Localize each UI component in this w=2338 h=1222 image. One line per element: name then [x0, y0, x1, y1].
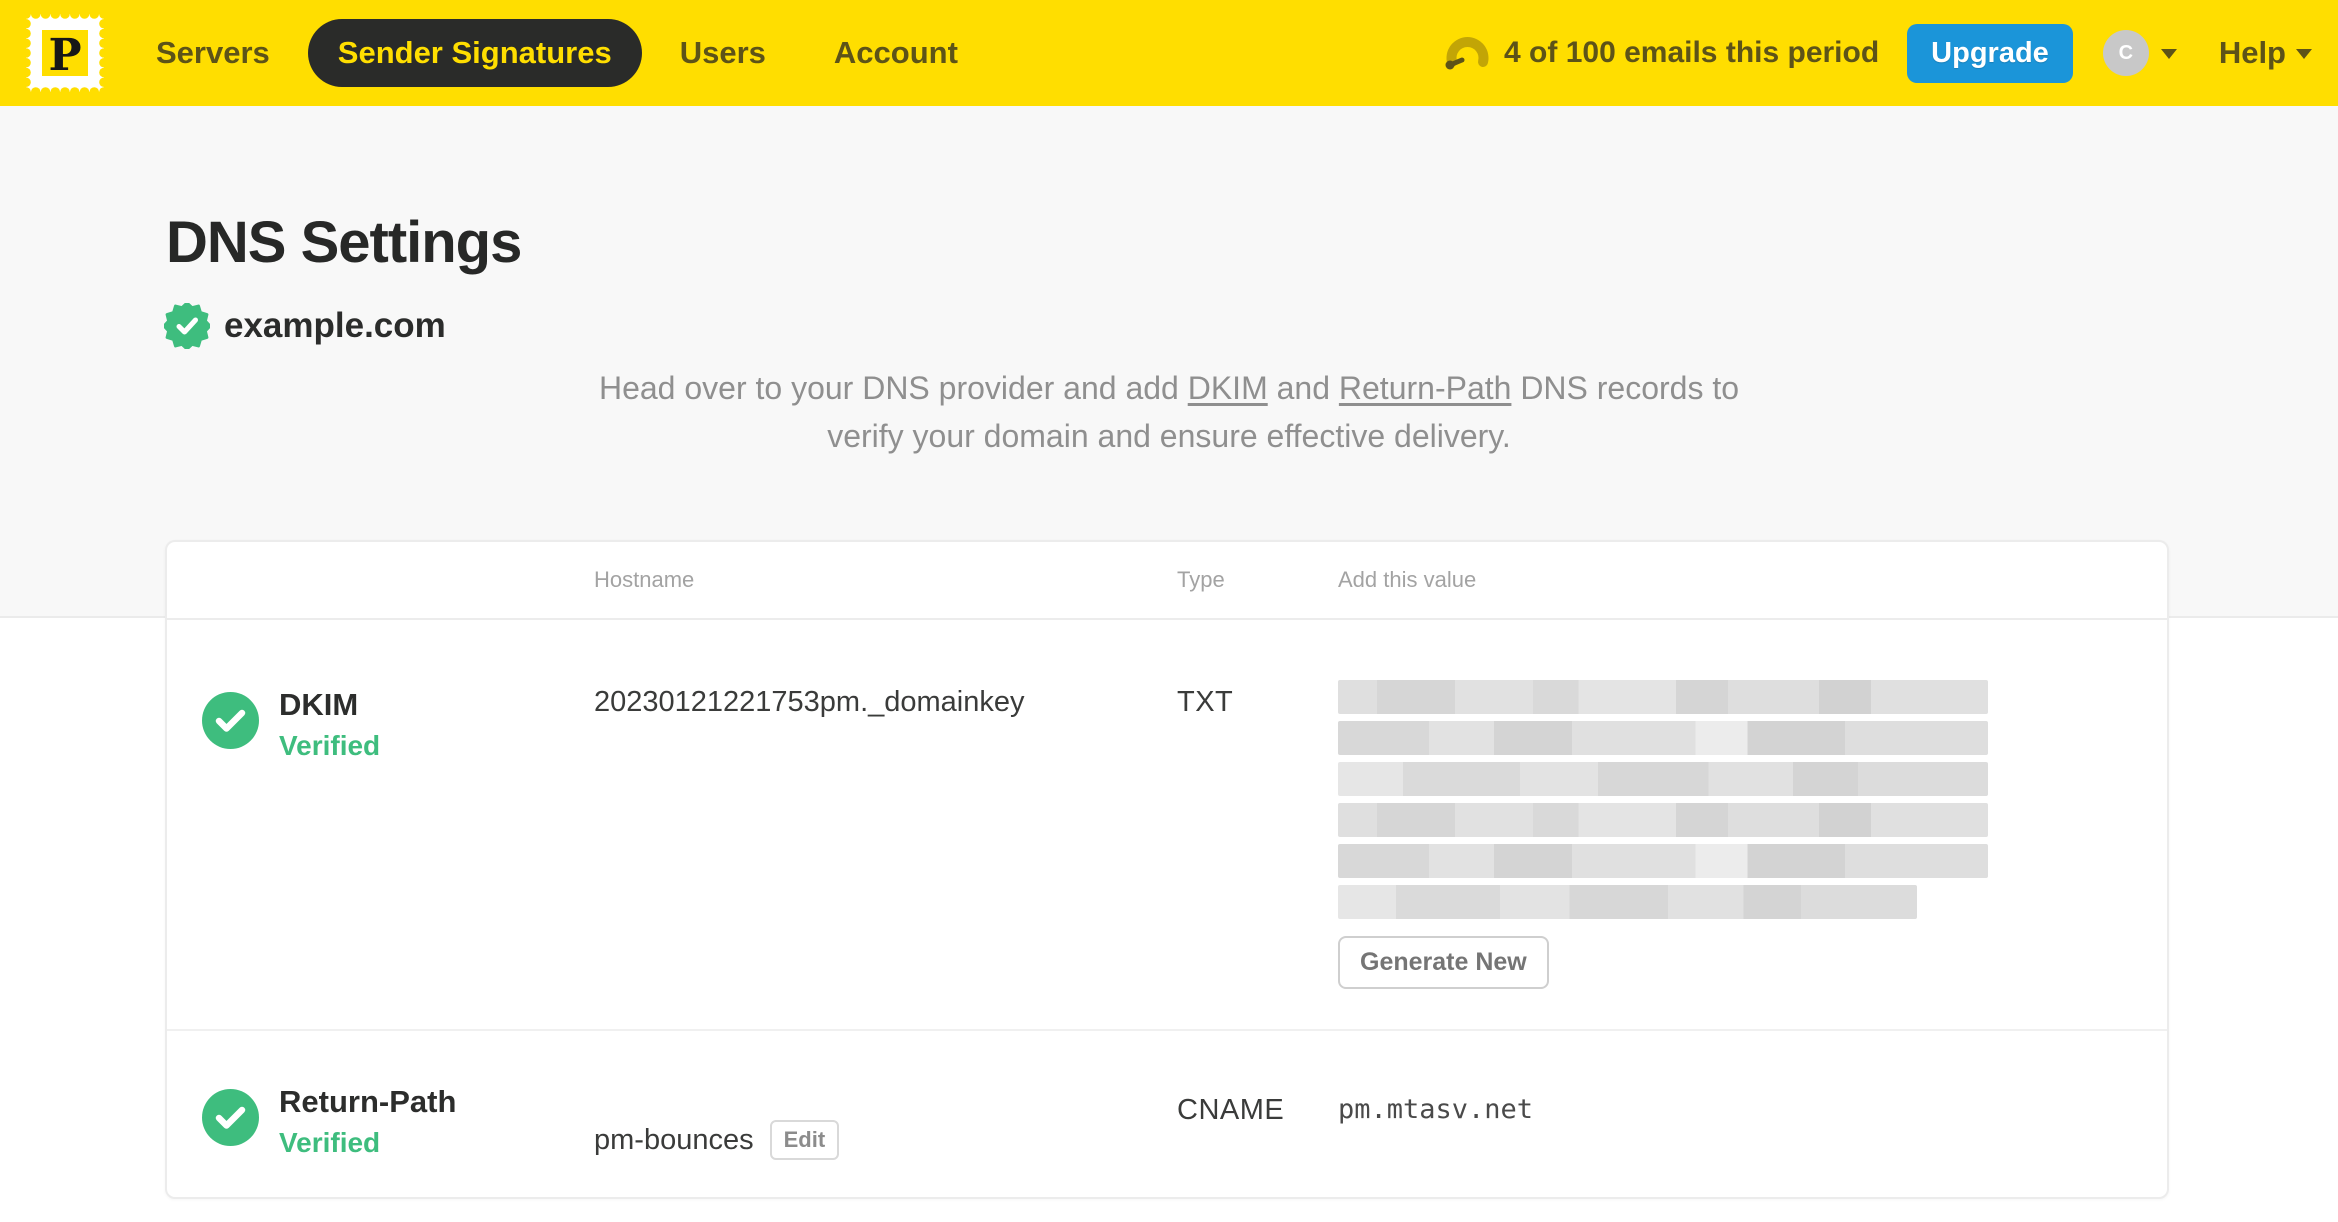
verified-seal-icon	[164, 303, 210, 349]
navbar-right: 4 of 100 emails this period Upgrade C He…	[1444, 23, 2312, 83]
help-label: Help	[2218, 35, 2286, 70]
nav-item-users[interactable]: Users	[680, 35, 766, 71]
page-title: DNS Settings	[166, 210, 522, 275]
instructions-text-line2: verify your domain and ensure effective …	[827, 418, 1511, 454]
return-path-status-texts: Return-Path Verified	[279, 1084, 457, 1159]
dns-instructions: Head over to your DNS provider and add D…	[0, 364, 2338, 460]
record-name: Return-Path	[279, 1084, 457, 1119]
check-circle-icon	[202, 1089, 259, 1146]
verified-domain: example.com	[164, 303, 446, 349]
column-header-hostname: Hostname	[594, 567, 695, 592]
upgrade-button[interactable]: Upgrade	[1907, 23, 2073, 83]
status-badge: Verified	[279, 730, 381, 762]
redacted-dkim-value	[1338, 680, 1988, 919]
dkim-link[interactable]: DKIM	[1188, 370, 1268, 406]
record-name: DKIM	[279, 687, 359, 722]
dkim-type: TXT	[1177, 686, 1234, 718]
redacted-value-bar	[1338, 844, 1988, 878]
postmark-logo-stamp-icon[interactable]: P	[26, 14, 104, 92]
dkim-status-texts: DKIM Verified	[279, 687, 381, 762]
caret-down-icon	[2160, 48, 2177, 67]
account-menu[interactable]: C	[2102, 30, 2177, 76]
table-row-return-path: Return-Path Verified pm-bounces Edit CNA…	[167, 1029, 2167, 1197]
return-path-status-cell: Return-Path Verified	[167, 1031, 594, 1197]
nav-item-servers[interactable]: Servers	[156, 35, 270, 71]
gauge-icon	[1445, 37, 1489, 70]
dkim-value-cell: Generate New	[1338, 620, 2167, 1029]
column-header-type: Type	[1177, 567, 1225, 592]
return-path-hostname-cell: pm-bounces Edit	[594, 1031, 1177, 1197]
top-navbar: P Servers Sender Signatures Users Accoun…	[0, 0, 2338, 106]
redacted-value-bar	[1338, 680, 1988, 714]
generate-new-button[interactable]: Generate New	[1338, 936, 1549, 989]
logo-letter: P	[48, 30, 81, 81]
nav-item-sender-signatures[interactable]: Sender Signatures	[307, 19, 642, 87]
usage-counter: 4 of 100 emails this period	[1504, 36, 1880, 69]
caret-down-icon	[2296, 48, 2312, 67]
primary-nav: Servers Sender Signatures Users Account	[156, 19, 958, 87]
table-header-row: Hostname Type Add this value	[167, 542, 2167, 620]
domain-name: example.com	[224, 306, 446, 345]
table-row-dkim: DKIM Verified 20230121221753pm._domainke…	[167, 620, 2167, 1029]
edit-return-path-button[interactable]: Edit	[769, 1120, 840, 1160]
return-path-value: pm.mtasv.net	[1338, 1094, 1534, 1125]
avatar: C	[2102, 30, 2149, 76]
dns-records-table: Hostname Type Add this value DKIM Verifi…	[165, 540, 2169, 1199]
redacted-value-bar	[1338, 803, 1988, 837]
column-header-value: Add this value	[1338, 567, 1477, 592]
redacted-value-bar	[1338, 885, 1917, 919]
redacted-value-bar	[1338, 762, 1988, 796]
return-path-type: CNAME	[1177, 1094, 1285, 1126]
dkim-status-cell: DKIM Verified	[167, 620, 594, 1029]
redacted-value-bar	[1338, 721, 1988, 755]
dkim-hostname: 20230121221753pm._domainkey	[594, 686, 1025, 718]
help-menu[interactable]: Help	[2219, 35, 2312, 71]
dns-settings-page: P Servers Sender Signatures Users Accoun…	[0, 0, 2338, 1222]
return-path-hostname: pm-bounces	[594, 1124, 754, 1156]
instructions-text: and	[1267, 370, 1339, 406]
nav-item-account[interactable]: Account	[834, 35, 958, 71]
instructions-text: DNS records to	[1511, 370, 1740, 406]
check-circle-icon	[202, 692, 259, 749]
status-badge: Verified	[279, 1127, 381, 1159]
instructions-text: Head over to your DNS provider and add	[598, 370, 1188, 406]
return-path-link[interactable]: Return-Path	[1339, 370, 1512, 406]
